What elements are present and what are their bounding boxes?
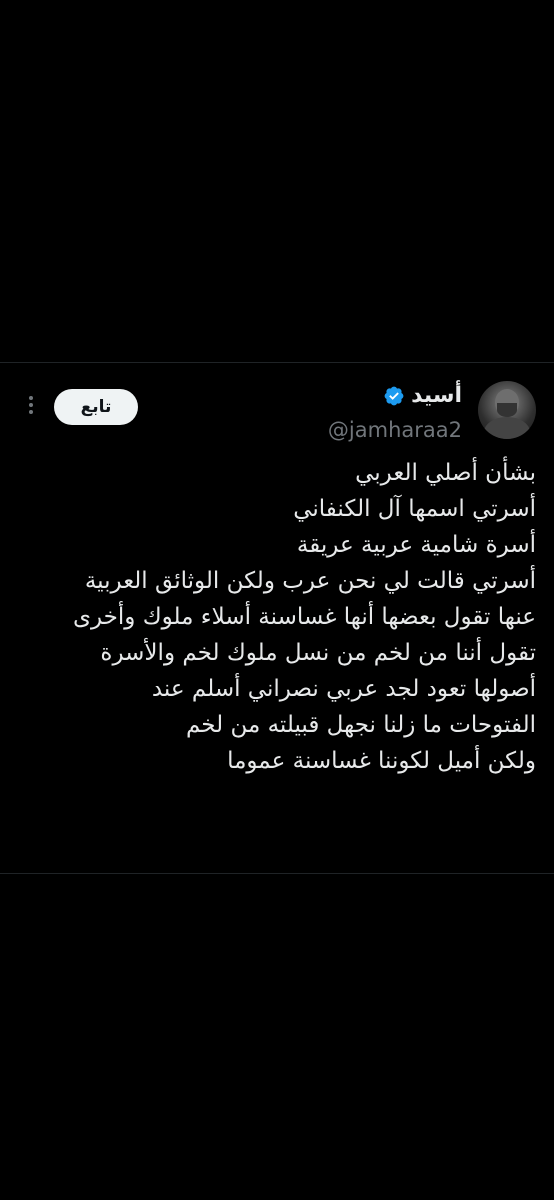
tweet-line: أسرة شامية عربية عريقة bbox=[296, 532, 536, 558]
author-name-row[interactable]: أسيد bbox=[383, 383, 462, 408]
tweet-line: بشأن أصلي العربي bbox=[355, 460, 536, 486]
bottom-divider bbox=[0, 873, 554, 874]
author-display-name[interactable]: أسيد bbox=[411, 383, 462, 408]
tweet-line: أصولها تعود لجد عربي نصراني أسلم عند bbox=[151, 676, 536, 702]
author-handle[interactable]: @jamharaa2 bbox=[328, 418, 462, 442]
tweet-line: الفتوحات ما زلنا نجهل قبيلته من لخم bbox=[185, 712, 536, 738]
avatar[interactable] bbox=[478, 381, 536, 439]
tweet-line: أسرتي اسمها آل الكنفاني bbox=[293, 496, 536, 522]
more-options-icon[interactable] bbox=[26, 393, 36, 421]
tweet-text: بشأن أصلي العربي أسرتي اسمها آل الكنفاني… bbox=[16, 455, 536, 779]
tweet-line: أسرتي قالت لي نحن عرب ولكن الوثائق العرب… bbox=[84, 568, 536, 594]
tweet-line: عنها تقول بعضها أنها غساسنة أسلاء ملوك و… bbox=[72, 604, 536, 630]
follow-button[interactable]: تابع bbox=[54, 389, 138, 425]
tweet-line: ولكن أميل لكوننا غساسنة عموما bbox=[227, 748, 536, 774]
tweet-card[interactable]: أسيد @jamharaa2 تابع بشأن أصلي العربي أس… bbox=[0, 363, 554, 875]
tweet-line: تقول أننا من لخم من نسل ملوك لخم والأسرة bbox=[100, 640, 536, 666]
verified-badge-icon bbox=[384, 386, 404, 405]
